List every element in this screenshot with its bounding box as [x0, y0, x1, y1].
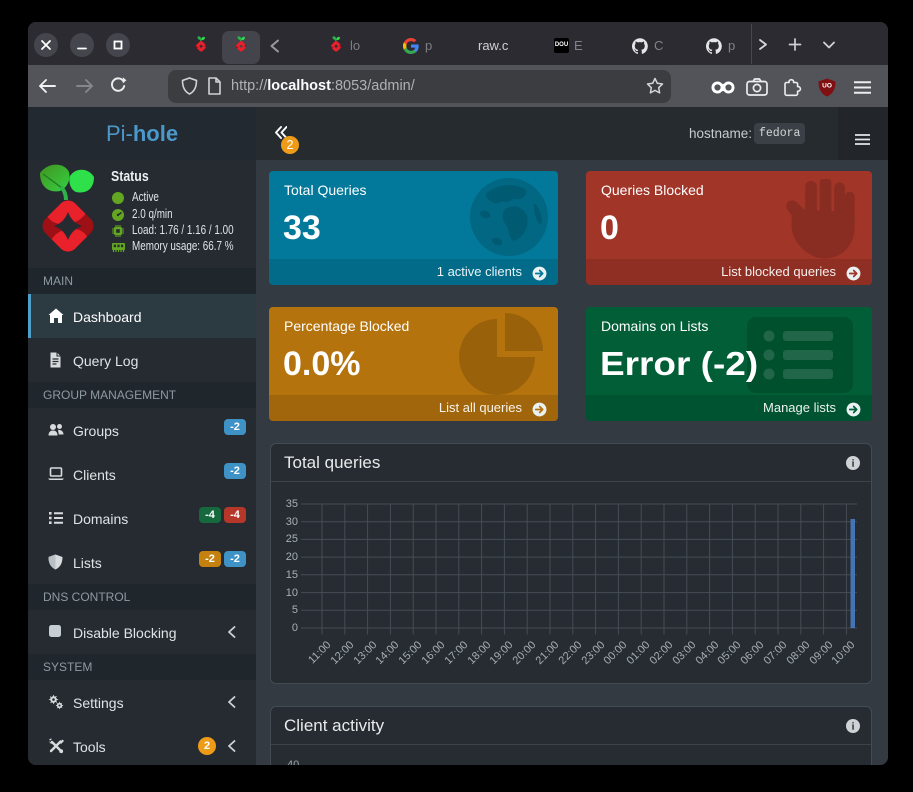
- svg-text:UO: UO: [822, 83, 832, 90]
- svg-text:i: i: [852, 722, 855, 733]
